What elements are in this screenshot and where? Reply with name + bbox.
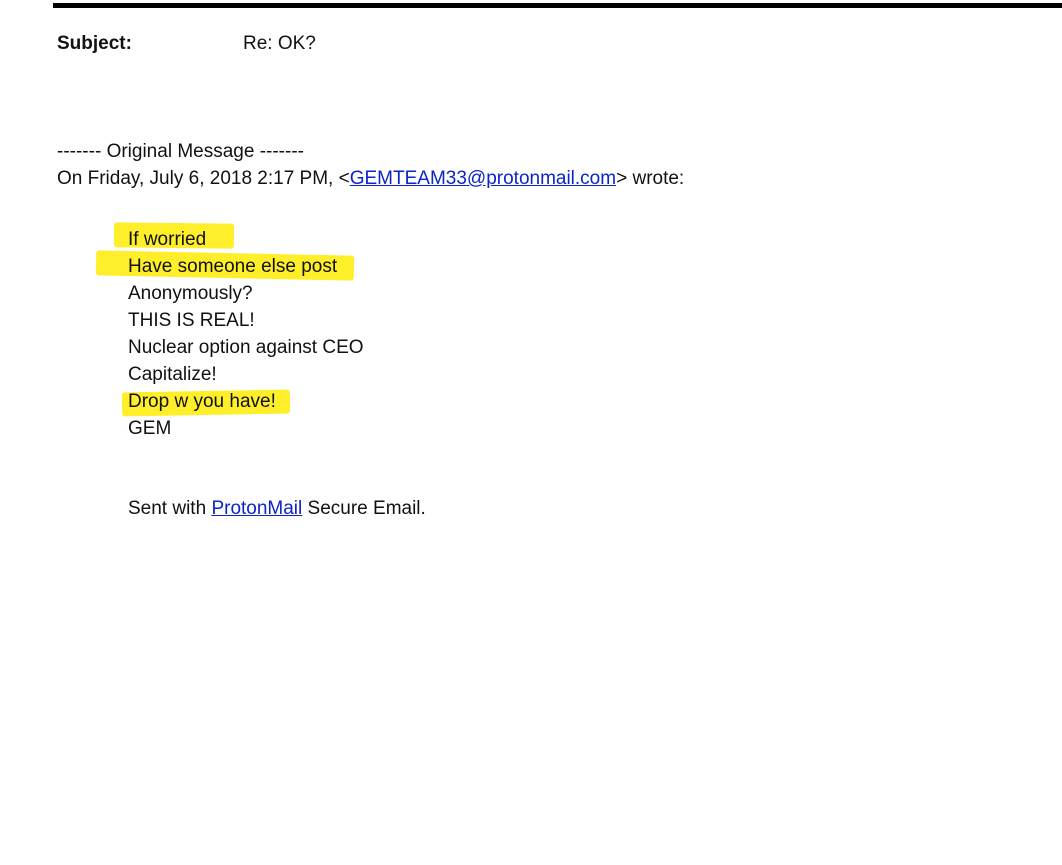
signature-line: Sent with ProtonMail Secure Email. [128, 495, 426, 522]
protonmail-link[interactable]: ProtonMail [211, 498, 302, 519]
body-line-text: GEM [128, 418, 172, 439]
signature-suffix: Secure Email. [302, 498, 426, 519]
sender-email-link[interactable]: GEMTEAM33@protonmail.com [350, 168, 616, 189]
body-line: If worried [113, 222, 426, 253]
body-line: GEM [128, 415, 426, 442]
attribution-suffix: > wrote: [616, 168, 685, 189]
original-message-header: ------- Original Message ------- On Frid… [57, 138, 684, 192]
body-line-text: Nuclear option against CEO [128, 337, 364, 358]
body-line: THIS IS REAL! [128, 307, 426, 334]
message-body: If worried Have someone else post Anonym… [95, 222, 426, 522]
attribution-prefix: On Friday, July 6, 2018 2:17 PM, < [57, 168, 350, 189]
body-line: Nuclear option against CEO [128, 334, 426, 361]
body-line-text: Drop w you have! [128, 391, 276, 412]
body-line-text: Have someone else post [128, 256, 338, 277]
body-line: Anonymously? [128, 280, 426, 307]
original-message-divider: ------- Original Message ------- [57, 141, 304, 162]
body-line: Drop w you have! [121, 388, 426, 417]
signature-prefix: Sent with [128, 498, 212, 519]
body-line-text: Capitalize! [128, 364, 217, 385]
body-line: Capitalize! [128, 361, 426, 388]
body-line-text: THIS IS REAL! [128, 310, 255, 331]
body-line-text: Anonymously? [128, 283, 253, 304]
body-line-text: If worried [128, 229, 207, 250]
subject-label: Subject: [57, 33, 132, 54]
header-rule [53, 3, 1062, 8]
subject-value: Re: OK? [243, 33, 316, 54]
original-message-attribution: On Friday, July 6, 2018 2:17 PM, <GEMTEA… [57, 165, 684, 192]
body-line: Have someone else post [95, 250, 426, 281]
